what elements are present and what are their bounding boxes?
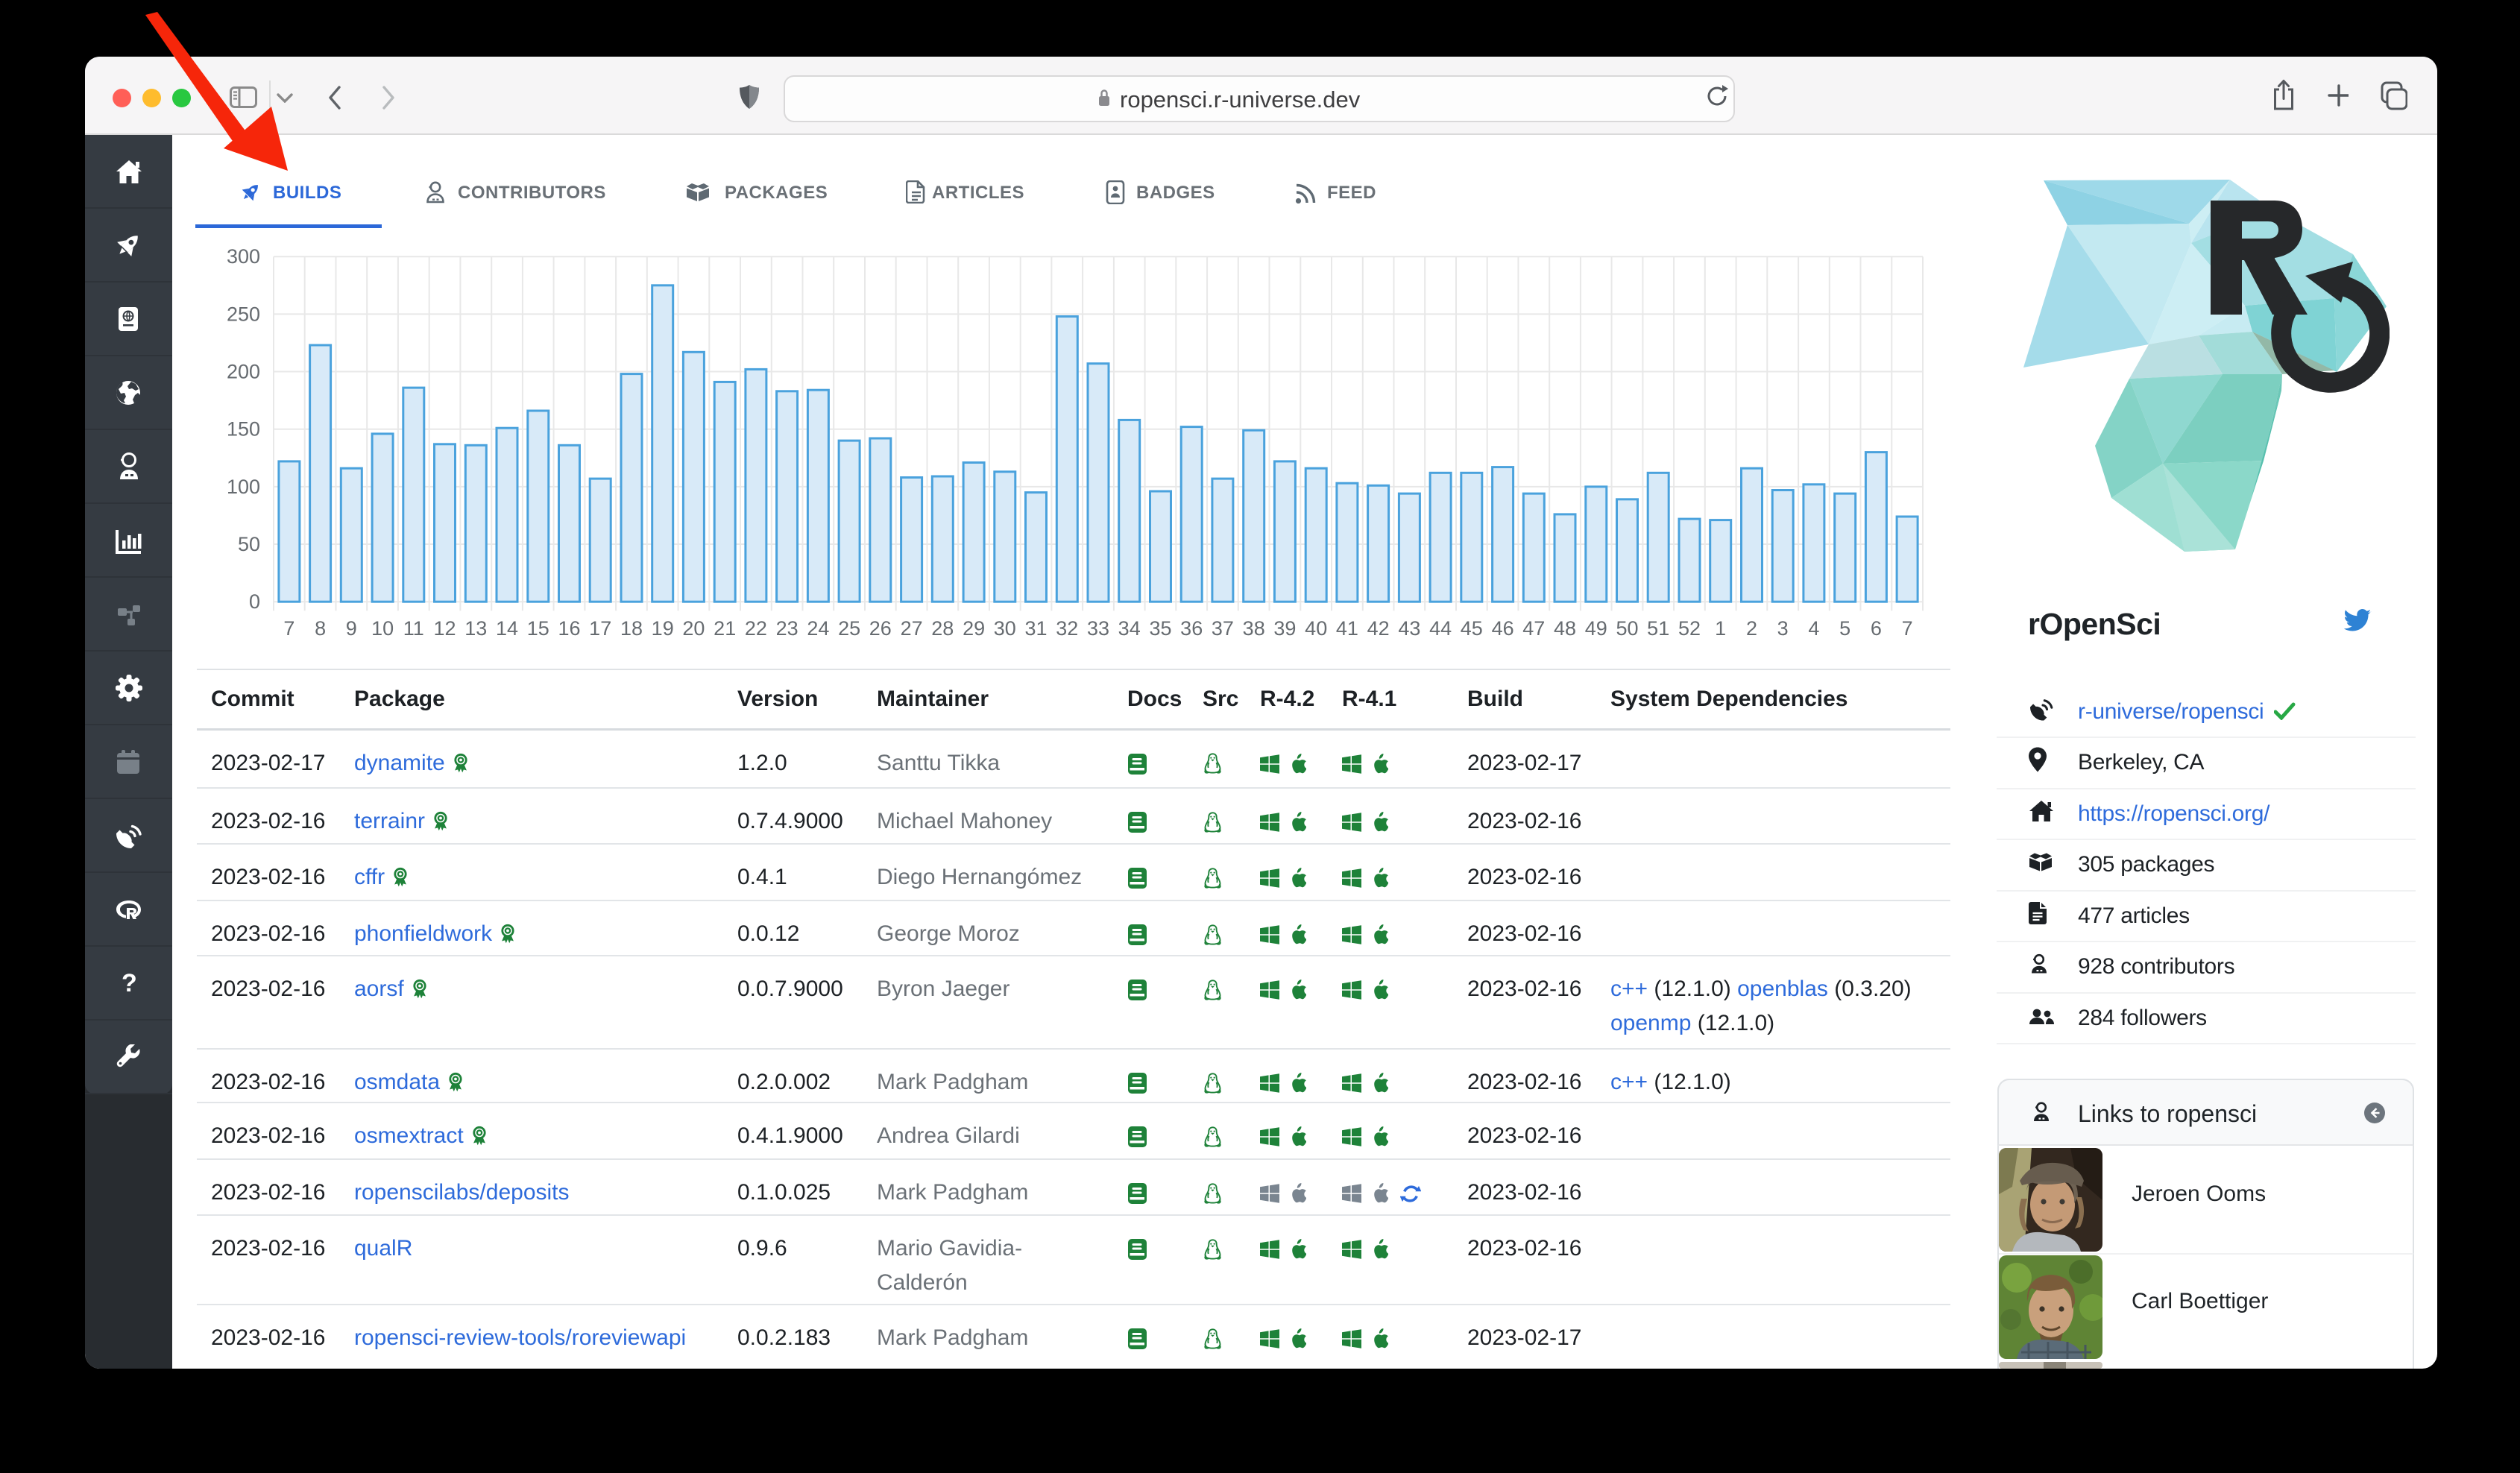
svg-text:150: 150 bbox=[227, 418, 260, 441]
svg-text:19: 19 bbox=[652, 617, 674, 640]
svg-text:27: 27 bbox=[901, 617, 923, 640]
svg-text:2: 2 bbox=[1746, 617, 1757, 640]
svg-text:50: 50 bbox=[1616, 617, 1638, 640]
svg-text:14: 14 bbox=[496, 617, 518, 640]
svg-text:0: 0 bbox=[249, 590, 260, 613]
svg-text:100: 100 bbox=[227, 476, 260, 498]
svg-text:24: 24 bbox=[807, 617, 829, 640]
svg-text:37: 37 bbox=[1212, 617, 1234, 640]
svg-text:12: 12 bbox=[433, 617, 456, 640]
svg-text:250: 250 bbox=[227, 303, 260, 325]
svg-text:29: 29 bbox=[963, 617, 985, 640]
svg-text:20: 20 bbox=[682, 617, 705, 640]
svg-text:13: 13 bbox=[464, 617, 487, 640]
svg-text:48: 48 bbox=[1554, 617, 1576, 640]
svg-text:35: 35 bbox=[1149, 617, 1171, 640]
svg-text:22: 22 bbox=[745, 617, 767, 640]
svg-text:44: 44 bbox=[1429, 617, 1452, 640]
svg-text:5: 5 bbox=[1839, 617, 1850, 640]
svg-text:1: 1 bbox=[1715, 617, 1726, 640]
svg-text:10: 10 bbox=[371, 617, 394, 640]
svg-text:11: 11 bbox=[403, 617, 424, 640]
svg-text:38: 38 bbox=[1243, 617, 1265, 640]
svg-text:31: 31 bbox=[1024, 617, 1047, 640]
svg-text:7: 7 bbox=[1902, 617, 1913, 640]
svg-text:40: 40 bbox=[1305, 617, 1327, 640]
svg-text:46: 46 bbox=[1492, 617, 1514, 640]
svg-text:51: 51 bbox=[1647, 617, 1669, 640]
svg-text:36: 36 bbox=[1180, 617, 1203, 640]
svg-text:17: 17 bbox=[589, 617, 611, 640]
svg-text:50: 50 bbox=[238, 533, 260, 555]
svg-text:23: 23 bbox=[776, 617, 798, 640]
svg-text:30: 30 bbox=[994, 617, 1016, 640]
svg-text:18: 18 bbox=[620, 617, 643, 640]
svg-text:49: 49 bbox=[1585, 617, 1607, 640]
svg-text:200: 200 bbox=[227, 361, 260, 383]
svg-text:47: 47 bbox=[1522, 617, 1545, 640]
svg-text:34: 34 bbox=[1118, 617, 1141, 640]
svg-text:16: 16 bbox=[558, 617, 580, 640]
svg-text:7: 7 bbox=[283, 617, 294, 640]
svg-text:28: 28 bbox=[931, 617, 954, 640]
svg-text:9: 9 bbox=[346, 617, 357, 640]
svg-text:33: 33 bbox=[1087, 617, 1109, 640]
svg-text:32: 32 bbox=[1056, 617, 1078, 640]
svg-text:52: 52 bbox=[1678, 617, 1701, 640]
svg-text:39: 39 bbox=[1273, 617, 1296, 640]
svg-text:43: 43 bbox=[1398, 617, 1420, 640]
svg-text:26: 26 bbox=[869, 617, 892, 640]
svg-text:15: 15 bbox=[527, 617, 549, 640]
svg-text:21: 21 bbox=[714, 617, 736, 640]
svg-text:45: 45 bbox=[1461, 617, 1483, 640]
svg-text:42: 42 bbox=[1367, 617, 1390, 640]
svg-text:41: 41 bbox=[1336, 617, 1358, 640]
svg-text:8: 8 bbox=[315, 617, 326, 640]
svg-text:300: 300 bbox=[227, 245, 260, 268]
svg-text:6: 6 bbox=[1871, 617, 1882, 640]
svg-text:3: 3 bbox=[1777, 617, 1789, 640]
svg-text:25: 25 bbox=[838, 617, 860, 640]
svg-text:4: 4 bbox=[1808, 617, 1819, 640]
